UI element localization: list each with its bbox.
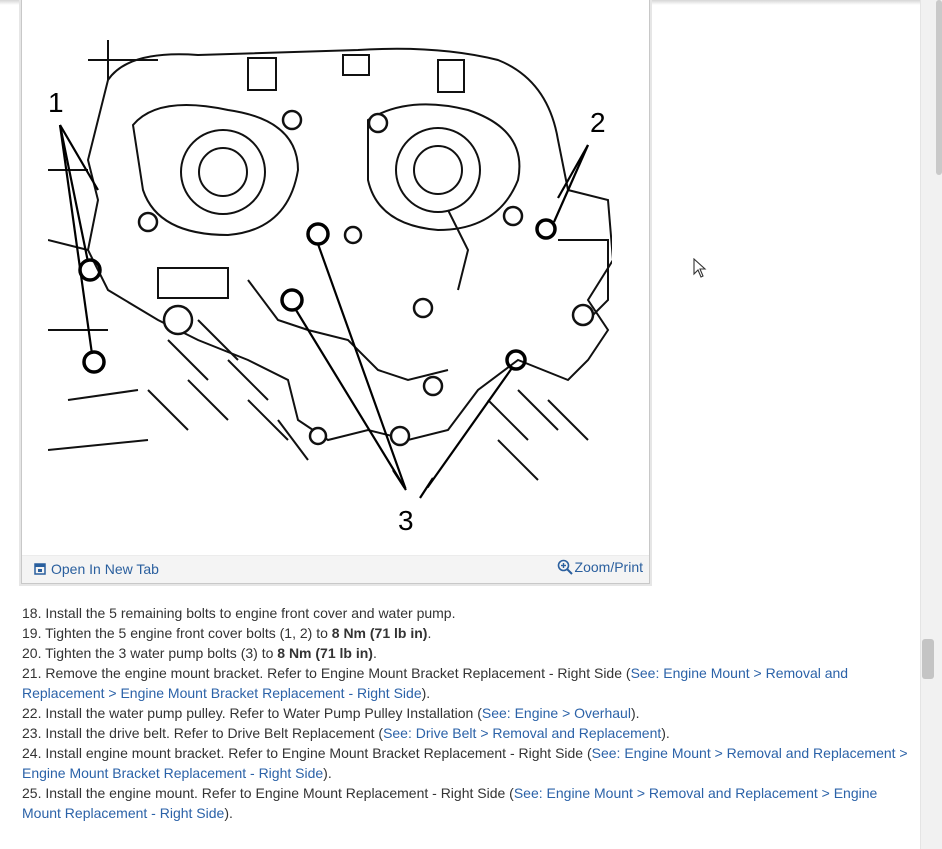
step-text-end: ).: [661, 725, 670, 741]
zoom-print-label: Zoom/Print: [574, 559, 643, 575]
step-number: 21.: [22, 665, 42, 681]
figure-toolbar: Open In New Tab Zoom/Print: [22, 555, 649, 583]
torque-spec: 8 Nm (71 lb in): [331, 625, 428, 641]
figure-panel: 1 2 3 Open In New Tab Zoom/Print: [21, 0, 650, 584]
link-engine-overhaul[interactable]: See: Engine > Overhaul: [482, 705, 631, 721]
step-text: Install engine mount bracket. Refer to E…: [45, 745, 592, 761]
torque-spec: 8 Nm (71 lb in): [277, 645, 373, 661]
step-text: Install the engine mount. Refer to Engin…: [45, 785, 514, 801]
step-22: 22. Install the water pump pulley. Refer…: [22, 703, 912, 723]
zoom-print-button[interactable]: Zoom/Print: [557, 559, 643, 575]
step-text: Remove the engine mount bracket. Refer t…: [45, 665, 631, 681]
step-number: 22.: [22, 705, 42, 721]
callout-3: 3: [398, 505, 414, 536]
step-text: Tighten the 5 engine front cover bolts (…: [45, 625, 332, 641]
step-23: 23. Install the drive belt. Refer to Dri…: [22, 723, 912, 743]
open-in-new-tab-button[interactable]: Open In New Tab: [34, 561, 159, 577]
scrollbar-thumb[interactable]: [922, 639, 934, 679]
step-text-end: ).: [421, 685, 431, 701]
mouse-pointer-icon: [693, 258, 707, 278]
step-number: 20.: [22, 645, 42, 661]
step-text: Install the drive belt. Refer to Drive B…: [45, 725, 384, 741]
step-19: 19. Tighten the 5 engine front cover bol…: [22, 623, 912, 643]
step-number: 18.: [22, 605, 42, 621]
scrollbar-thumb-outer[interactable]: [936, 0, 942, 175]
step-text-end: .: [427, 625, 432, 641]
callout-1: 1: [48, 87, 64, 118]
link-drive-belt[interactable]: See: Drive Belt > Removal and Replacemen…: [383, 725, 661, 741]
step-18: 18. Install the 5 remaining bolts to eng…: [22, 603, 912, 623]
step-number: 23.: [22, 725, 42, 741]
procedure-steps: 18. Install the 5 remaining bolts to eng…: [22, 603, 912, 823]
step-number: 25.: [22, 785, 42, 801]
step-20: 20. Tighten the 3 water pump bolts (3) t…: [22, 643, 912, 663]
zoom-in-icon: [557, 559, 573, 575]
step-text-end: ).: [224, 805, 233, 821]
step-24: 24. Install engine mount bracket. Refer …: [22, 743, 912, 783]
callout-2: 2: [590, 107, 606, 138]
step-25: 25. Install the engine mount. Refer to E…: [22, 783, 912, 823]
engine-front-cover-diagram: 1 2 3: [48, 40, 612, 540]
step-21: 21. Remove the engine mount bracket. Ref…: [22, 663, 912, 703]
step-text-end: .: [372, 645, 377, 661]
step-text-end: ).: [630, 705, 640, 721]
open-in-new-tab-label: Open In New Tab: [51, 561, 159, 577]
new-tab-icon: [34, 563, 46, 575]
step-text: Install the 5 remaining bolts to engine …: [45, 605, 456, 621]
step-text: Tighten the 3 water pump bolts (3) to: [45, 645, 278, 661]
step-number: 24.: [22, 745, 42, 761]
step-text-end: ).: [323, 765, 332, 781]
step-text: Install the water pump pulley. Refer to …: [45, 705, 482, 721]
step-number: 19.: [22, 625, 42, 641]
